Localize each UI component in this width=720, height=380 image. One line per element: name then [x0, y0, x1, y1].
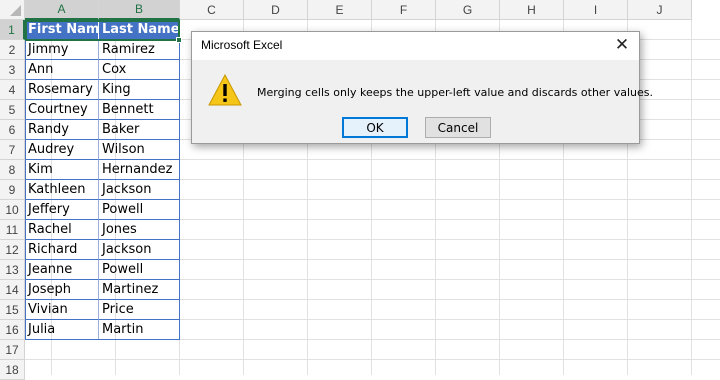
table-cell[interactable]: Audrey: [25, 140, 99, 160]
column-header-h[interactable]: H: [500, 0, 564, 20]
table-cell[interactable]: Vivian: [25, 300, 99, 320]
column-header-i[interactable]: I: [564, 0, 628, 20]
table-cell[interactable]: Hernandez: [99, 160, 180, 180]
table-cell[interactable]: King: [99, 80, 180, 100]
dialog-title: Microsoft Excel: [201, 38, 283, 52]
row-header-9[interactable]: 9: [0, 180, 25, 200]
row-header-2[interactable]: 2: [0, 40, 25, 60]
row-header-15[interactable]: 15: [0, 300, 25, 320]
table-cell[interactable]: Jones: [99, 220, 180, 240]
table-header-cell[interactable]: First Name: [25, 20, 99, 40]
dialog-titlebar: Microsoft Excel ✕: [192, 32, 639, 60]
table-cell[interactable]: Kim: [25, 160, 99, 180]
select-all-icon: [10, 5, 21, 16]
row-header-3[interactable]: 3: [0, 60, 25, 80]
row-header-7[interactable]: 7: [0, 140, 25, 160]
row-header-13[interactable]: 13: [0, 260, 25, 280]
row-header-18[interactable]: 18: [0, 360, 25, 380]
table-cell[interactable]: Courtney: [25, 100, 99, 120]
row-header-6[interactable]: 6: [0, 120, 25, 140]
column-header-b[interactable]: B: [99, 0, 180, 20]
column-header-g[interactable]: G: [436, 0, 500, 20]
column-header-f[interactable]: F: [372, 0, 436, 20]
table-cell[interactable]: Powell: [99, 260, 180, 280]
merge-warning-dialog: Microsoft Excel ✕ Merging cells only kee…: [191, 31, 653, 144]
table-cell[interactable]: Jackson: [99, 180, 180, 200]
table-cell[interactable]: Jackson: [99, 240, 180, 260]
table-cell[interactable]: Ramirez: [99, 40, 180, 60]
table-cell[interactable]: Wilson: [99, 140, 180, 160]
column-header-c[interactable]: C: [180, 0, 244, 20]
warning-icon: [208, 74, 242, 106]
row-header-8[interactable]: 8: [0, 160, 25, 180]
table-cell[interactable]: Martin: [99, 320, 180, 340]
table-cell[interactable]: Baker: [99, 120, 180, 140]
column-header-j[interactable]: J: [628, 0, 692, 20]
table-cell[interactable]: Richard: [25, 240, 99, 260]
table-header-cell[interactable]: Last Name: [99, 20, 180, 40]
dialog-body: Merging cells only keeps the upper-left …: [192, 60, 653, 143]
table-cell[interactable]: Randy: [25, 120, 99, 140]
ok-button[interactable]: OK: [342, 117, 408, 138]
table-cell[interactable]: Jeffery: [25, 200, 99, 220]
table-cell[interactable]: Bennett: [99, 100, 180, 120]
table-cell[interactable]: Powell: [99, 200, 180, 220]
row-header-11[interactable]: 11: [0, 220, 25, 240]
table-cell[interactable]: Price: [99, 300, 180, 320]
row-header-14[interactable]: 14: [0, 280, 25, 300]
table-cell[interactable]: Cox: [99, 60, 180, 80]
dialog-message: Merging cells only keeps the upper-left …: [257, 86, 653, 99]
column-header-e[interactable]: E: [308, 0, 372, 20]
column-header-a[interactable]: A: [25, 0, 99, 20]
table-cell[interactable]: Joseph: [25, 280, 99, 300]
row-header-16[interactable]: 16: [0, 320, 25, 340]
row-header-4[interactable]: 4: [0, 80, 25, 100]
row-header-1[interactable]: 1: [0, 20, 25, 40]
close-icon[interactable]: ✕: [613, 36, 631, 54]
table-cell[interactable]: Ann: [25, 60, 99, 80]
table-cell[interactable]: Rachel: [25, 220, 99, 240]
table-cell[interactable]: Kathleen: [25, 180, 99, 200]
column-header-d[interactable]: D: [244, 0, 308, 20]
table-cell[interactable]: Jeanne: [25, 260, 99, 280]
row-header-5[interactable]: 5: [0, 100, 25, 120]
row-header-10[interactable]: 10: [0, 200, 25, 220]
table-cell[interactable]: Martinez: [99, 280, 180, 300]
cancel-button[interactable]: Cancel: [425, 117, 491, 138]
select-all-corner[interactable]: [0, 0, 25, 20]
fill-handle[interactable]: [176, 37, 182, 43]
table-cell[interactable]: Jimmy: [25, 40, 99, 60]
row-header-17[interactable]: 17: [0, 340, 25, 360]
table-cell[interactable]: Rosemary: [25, 80, 99, 100]
row-header-12[interactable]: 12: [0, 240, 25, 260]
table-cell[interactable]: Julia: [25, 320, 99, 340]
